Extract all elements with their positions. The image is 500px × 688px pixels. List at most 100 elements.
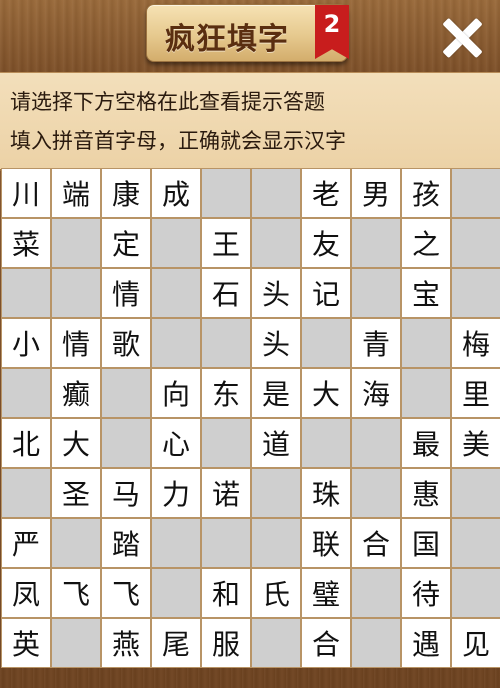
grid-cell-filled[interactable]: 心 bbox=[151, 418, 201, 468]
grid-cell-blank[interactable] bbox=[201, 418, 251, 468]
grid-cell-blank[interactable] bbox=[451, 168, 500, 218]
grid-cell-filled[interactable]: 菜 bbox=[1, 218, 51, 268]
grid-cell-filled[interactable]: 头 bbox=[251, 318, 301, 368]
grid-cell-filled[interactable]: 孩 bbox=[401, 168, 451, 218]
grid-cell-blank[interactable] bbox=[301, 418, 351, 468]
grid-cell-blank[interactable] bbox=[151, 268, 201, 318]
grid-cell-blank[interactable] bbox=[351, 618, 401, 668]
grid-cell-filled[interactable]: 尾 bbox=[151, 618, 201, 668]
grid-cell-filled[interactable]: 踏 bbox=[101, 518, 151, 568]
grid-cell-filled[interactable]: 惠 bbox=[401, 468, 451, 518]
grid-cell-filled[interactable]: 英 bbox=[1, 618, 51, 668]
grid-cell-blank[interactable] bbox=[201, 318, 251, 368]
grid-cell-filled[interactable]: 大 bbox=[51, 418, 101, 468]
grid-cell-filled[interactable]: 北 bbox=[1, 418, 51, 468]
grid-cell-filled[interactable]: 和 bbox=[201, 568, 251, 618]
grid-cell-filled[interactable]: 见 bbox=[451, 618, 500, 668]
grid-cell-filled[interactable]: 向 bbox=[151, 368, 201, 418]
grid-cell-blank[interactable] bbox=[51, 518, 101, 568]
grid-cell-blank[interactable] bbox=[201, 518, 251, 568]
grid-cell-filled[interactable]: 里 bbox=[451, 368, 500, 418]
grid-cell-blank[interactable] bbox=[401, 318, 451, 368]
grid-cell-filled[interactable]: 定 bbox=[101, 218, 151, 268]
grid-cell-filled[interactable]: 男 bbox=[351, 168, 401, 218]
grid-cell-blank[interactable] bbox=[451, 518, 500, 568]
grid-cell-blank[interactable] bbox=[451, 568, 500, 618]
grid-cell-filled[interactable]: 记 bbox=[301, 268, 351, 318]
grid-cell-blank[interactable] bbox=[351, 568, 401, 618]
grid-cell-blank[interactable] bbox=[301, 318, 351, 368]
grid-cell-filled[interactable]: 小 bbox=[1, 318, 51, 368]
grid-cell-blank[interactable] bbox=[51, 618, 101, 668]
grid-cell-blank[interactable] bbox=[201, 168, 251, 218]
grid-cell-blank[interactable] bbox=[351, 218, 401, 268]
grid-cell-blank[interactable] bbox=[1, 368, 51, 418]
grid-cell-blank[interactable] bbox=[351, 418, 401, 468]
grid-cell-filled[interactable]: 老 bbox=[301, 168, 351, 218]
grid-cell-filled[interactable]: 联 bbox=[301, 518, 351, 568]
grid-cell-filled[interactable]: 之 bbox=[401, 218, 451, 268]
grid-cell-blank[interactable] bbox=[401, 368, 451, 418]
grid-cell-blank[interactable] bbox=[151, 218, 201, 268]
grid-cell-filled[interactable]: 璧 bbox=[301, 568, 351, 618]
grid-cell-filled[interactable]: 友 bbox=[301, 218, 351, 268]
grid-cell-blank[interactable] bbox=[51, 268, 101, 318]
grid-cell-filled[interactable]: 凤 bbox=[1, 568, 51, 618]
grid-cell-filled[interactable]: 氏 bbox=[251, 568, 301, 618]
grid-cell-filled[interactable]: 歌 bbox=[101, 318, 151, 368]
grid-cell-filled[interactable]: 马 bbox=[101, 468, 151, 518]
grid-cell-filled[interactable]: 燕 bbox=[101, 618, 151, 668]
grid-cell-filled[interactable]: 大 bbox=[301, 368, 351, 418]
grid-cell-filled[interactable]: 情 bbox=[101, 268, 151, 318]
grid-cell-filled[interactable]: 珠 bbox=[301, 468, 351, 518]
grid-cell-blank[interactable] bbox=[451, 268, 500, 318]
grid-cell-filled[interactable]: 头 bbox=[251, 268, 301, 318]
grid-cell-blank[interactable] bbox=[251, 518, 301, 568]
grid-cell-filled[interactable]: 最 bbox=[401, 418, 451, 468]
grid-cell-filled[interactable]: 遇 bbox=[401, 618, 451, 668]
grid-cell-blank[interactable] bbox=[1, 468, 51, 518]
close-icon[interactable] bbox=[438, 14, 486, 62]
grid-cell-filled[interactable]: 川 bbox=[1, 168, 51, 218]
grid-cell-filled[interactable]: 美 bbox=[451, 418, 500, 468]
grid-cell-blank[interactable] bbox=[351, 268, 401, 318]
grid-cell-filled[interactable]: 国 bbox=[401, 518, 451, 568]
grid-cell-filled[interactable]: 是 bbox=[251, 368, 301, 418]
grid-cell-filled[interactable]: 康 bbox=[101, 168, 151, 218]
grid-cell-filled[interactable]: 青 bbox=[351, 318, 401, 368]
grid-cell-filled[interactable]: 成 bbox=[151, 168, 201, 218]
grid-cell-filled[interactable]: 王 bbox=[201, 218, 251, 268]
grid-cell-filled[interactable]: 合 bbox=[351, 518, 401, 568]
grid-cell-blank[interactable] bbox=[251, 618, 301, 668]
grid-cell-blank[interactable] bbox=[101, 368, 151, 418]
grid-cell-filled[interactable]: 飞 bbox=[101, 568, 151, 618]
grid-cell-filled[interactable]: 端 bbox=[51, 168, 101, 218]
grid-cell-filled[interactable]: 合 bbox=[301, 618, 351, 668]
grid-cell-blank[interactable] bbox=[251, 218, 301, 268]
grid-cell-blank[interactable] bbox=[151, 318, 201, 368]
grid-cell-blank[interactable] bbox=[251, 168, 301, 218]
grid-cell-blank[interactable] bbox=[151, 518, 201, 568]
grid-cell-filled[interactable]: 宝 bbox=[401, 268, 451, 318]
grid-cell-filled[interactable]: 梅 bbox=[451, 318, 500, 368]
grid-cell-filled[interactable]: 情 bbox=[51, 318, 101, 368]
grid-cell-filled[interactable]: 服 bbox=[201, 618, 251, 668]
grid-cell-blank[interactable] bbox=[151, 568, 201, 618]
grid-cell-filled[interactable]: 道 bbox=[251, 418, 301, 468]
grid-cell-blank[interactable] bbox=[451, 468, 500, 518]
grid-cell-filled[interactable]: 严 bbox=[1, 518, 51, 568]
grid-cell-blank[interactable] bbox=[351, 468, 401, 518]
grid-cell-filled[interactable]: 癫 bbox=[51, 368, 101, 418]
grid-cell-filled[interactable]: 飞 bbox=[51, 568, 101, 618]
grid-cell-filled[interactable]: 海 bbox=[351, 368, 401, 418]
grid-cell-filled[interactable]: 诺 bbox=[201, 468, 251, 518]
grid-cell-blank[interactable] bbox=[101, 418, 151, 468]
grid-cell-blank[interactable] bbox=[1, 268, 51, 318]
grid-cell-filled[interactable]: 力 bbox=[151, 468, 201, 518]
grid-cell-blank[interactable] bbox=[251, 468, 301, 518]
grid-cell-filled[interactable]: 石 bbox=[201, 268, 251, 318]
grid-cell-blank[interactable] bbox=[51, 218, 101, 268]
grid-cell-filled[interactable]: 待 bbox=[401, 568, 451, 618]
grid-cell-filled[interactable]: 东 bbox=[201, 368, 251, 418]
grid-cell-filled[interactable]: 圣 bbox=[51, 468, 101, 518]
